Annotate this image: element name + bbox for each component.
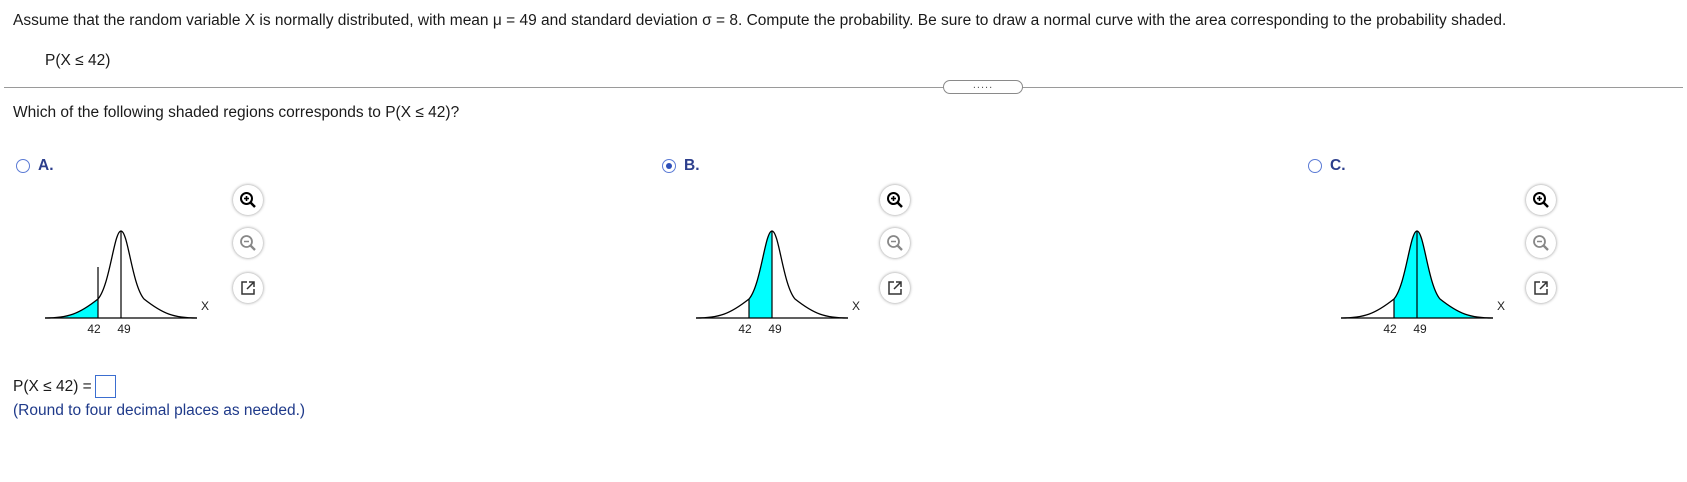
zoom-in-icon xyxy=(1533,192,1549,208)
popout-button-c[interactable] xyxy=(1526,273,1556,303)
shaded-region-b xyxy=(749,231,772,318)
popout-button-a[interactable] xyxy=(233,273,263,303)
option-b[interactable]: B. xyxy=(662,155,700,177)
zoom-in-button-a[interactable] xyxy=(233,185,263,215)
probability-expression: P(X ≤ 42) xyxy=(45,52,111,69)
zoom-out-button-b[interactable] xyxy=(880,228,910,258)
problem-prompt: Assume that the random variable X is nor… xyxy=(13,12,1507,29)
radio-option-b[interactable] xyxy=(662,159,676,173)
tick-label-42-c: 42 xyxy=(1383,322,1397,336)
axis-label-x-b: X xyxy=(852,299,860,313)
popout-icon xyxy=(1534,281,1548,295)
option-b-label: B. xyxy=(684,157,700,174)
normal-curve-graph-a: 42 49 X xyxy=(45,230,209,336)
option-c[interactable]: C. xyxy=(1308,155,1346,177)
divider xyxy=(4,87,1683,88)
shaded-region-c xyxy=(1394,231,1493,318)
zoom-out-icon xyxy=(887,235,903,251)
answer-input[interactable] xyxy=(94,375,116,398)
answer-prefix: P(X ≤ 42) = xyxy=(13,377,92,395)
popout-icon xyxy=(888,281,902,295)
option-a[interactable]: A. xyxy=(16,155,54,177)
option-c-label: C. xyxy=(1330,157,1346,174)
zoom-out-button-a[interactable] xyxy=(233,228,263,258)
question-text: Which of the following shaded regions co… xyxy=(13,104,460,121)
radio-option-a[interactable] xyxy=(16,159,30,173)
zoom-out-icon xyxy=(240,235,256,251)
normal-curve-graph-b: 42 49 X xyxy=(696,230,860,336)
axis-label-x-c: X xyxy=(1497,299,1505,313)
zoom-in-button-c[interactable] xyxy=(1526,185,1556,215)
tick-label-42-b: 42 xyxy=(738,322,752,336)
tick-label-49-b: 49 xyxy=(768,322,782,336)
zoom-in-button-b[interactable] xyxy=(880,185,910,215)
axis-label-x-a: X xyxy=(201,299,209,313)
tick-label-49-a: 49 xyxy=(117,322,131,336)
rounding-hint: (Round to four decimal places as needed.… xyxy=(13,402,306,419)
popout-icon xyxy=(241,281,255,295)
zoom-out-button-c[interactable] xyxy=(1526,228,1556,258)
expand-button[interactable]: ..... xyxy=(943,80,1023,94)
popout-button-b[interactable] xyxy=(880,273,910,303)
radio-option-c[interactable] xyxy=(1308,159,1322,173)
normal-curve-graph-c: 42 49 X xyxy=(1341,230,1505,336)
option-a-label: A. xyxy=(38,157,54,174)
tick-label-49-c: 49 xyxy=(1413,322,1427,336)
answer-row: P(X ≤ 42) = xyxy=(13,375,116,398)
zoom-in-icon xyxy=(240,192,256,208)
zoom-out-icon xyxy=(1533,235,1549,251)
tick-label-42-a: 42 xyxy=(87,322,101,336)
zoom-in-icon xyxy=(887,192,903,208)
